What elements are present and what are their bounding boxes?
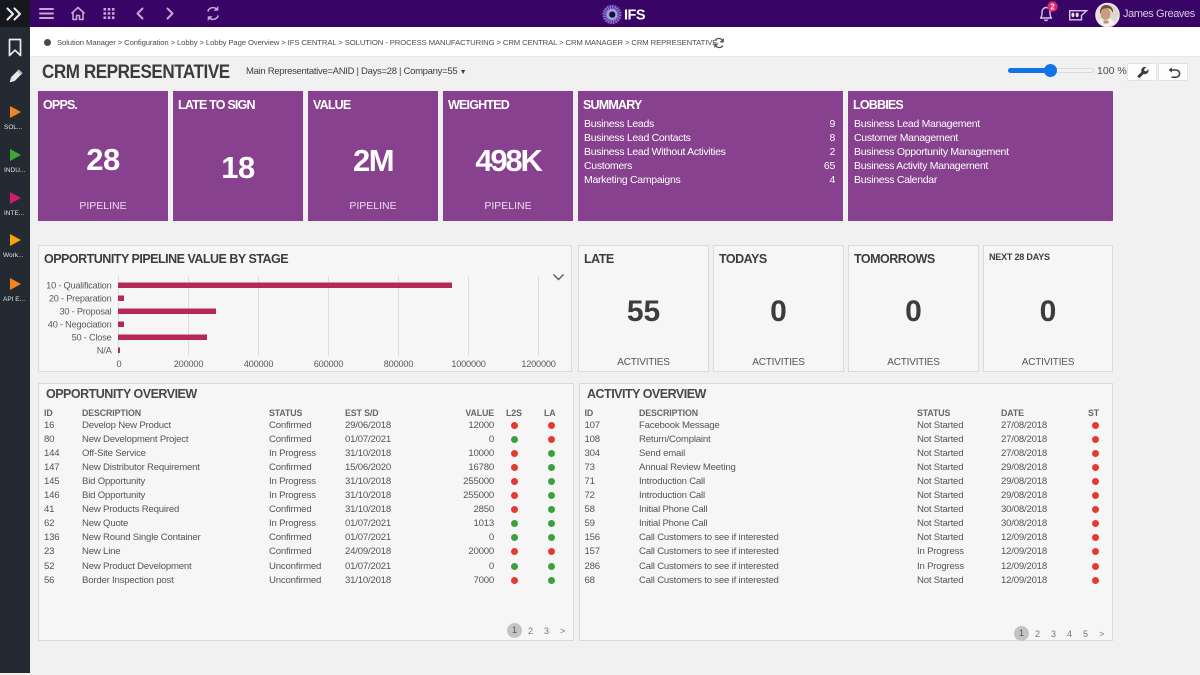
- svg-text:1000000: 1000000: [451, 359, 485, 369]
- svg-text:30 - Proposal: 30 - Proposal: [59, 307, 111, 317]
- svg-text:1200000: 1200000: [521, 359, 555, 369]
- svg-text:10 - Qualification: 10 - Qualification: [46, 281, 111, 291]
- svg-text:API E...: API E...: [3, 296, 25, 303]
- svg-text:INDU...: INDU...: [4, 167, 26, 174]
- svg-text:50 - Close: 50 - Close: [72, 333, 112, 343]
- svg-text:Work...: Work...: [3, 252, 24, 259]
- svg-text:INTE...: INTE...: [4, 210, 24, 217]
- svg-text:200000: 200000: [174, 359, 204, 369]
- svg-text:0: 0: [117, 359, 122, 369]
- svg-text:800000: 800000: [384, 359, 414, 369]
- svg-text:600000: 600000: [314, 359, 344, 369]
- svg-text:IFS: IFS: [624, 8, 646, 24]
- svg-text:N/A: N/A: [97, 346, 113, 356]
- svg-text:SOL...: SOL...: [4, 124, 23, 131]
- svg-text:20 - Preparation: 20 - Preparation: [49, 294, 112, 304]
- svg-text:400000: 400000: [244, 359, 274, 369]
- svg-text:2: 2: [1050, 3, 1055, 12]
- svg-text:40 - Negociation: 40 - Negociation: [48, 320, 112, 330]
